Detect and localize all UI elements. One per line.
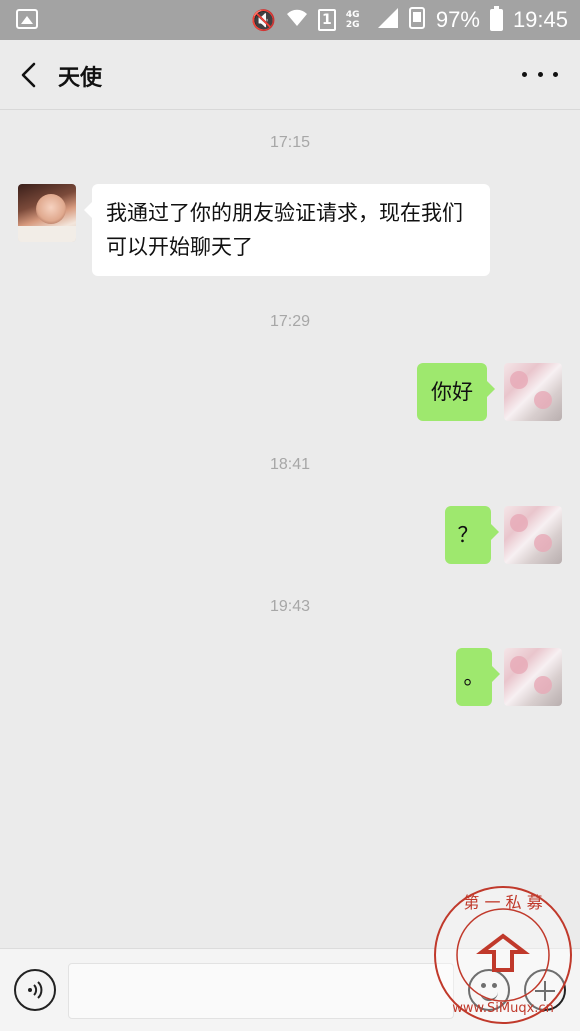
wifi-icon <box>286 8 308 33</box>
message-input[interactable] <box>68 963 454 1019</box>
incoming-message[interactable]: 我通过了你的朋友验证请求，现在我们可以开始聊天了 <box>84 184 490 276</box>
vibrate-icon <box>408 6 426 34</box>
my-avatar[interactable] <box>504 506 562 564</box>
more-dot <box>522 71 527 77</box>
plus-button[interactable] <box>524 969 566 1011</box>
chevron-left-icon <box>21 62 36 88</box>
timestamp: 17:15 <box>269 134 311 151</box>
battery-icon <box>489 6 503 31</box>
message-text: 你好 <box>431 380 473 404</box>
more-button[interactable] <box>522 62 558 86</box>
chat-area[interactable]: 17:15 我通过了你的朋友验证请求，现在我们可以开始聊天了 17:29 你好 … <box>0 110 580 948</box>
emoji-button[interactable] <box>468 969 510 1011</box>
image-icon <box>16 9 38 29</box>
network-type: 4G 2G <box>345 10 360 30</box>
timestamp: 18:41 <box>269 456 311 473</box>
battery-percent: 97% <box>435 7 480 32</box>
message-text: ？ <box>457 523 479 547</box>
voice-icon <box>28 981 43 999</box>
timestamp: 17:29 <box>269 313 311 330</box>
chat-header: 天使 <box>0 40 580 110</box>
more-dot <box>537 71 543 77</box>
signal-icon <box>377 7 398 33</box>
outgoing-message[interactable]: 你好 <box>417 363 495 421</box>
chat-title: 天使 <box>58 66 103 91</box>
my-avatar[interactable] <box>504 363 562 421</box>
back-button[interactable] <box>14 58 44 92</box>
contact-avatar[interactable] <box>18 184 76 242</box>
voice-button[interactable] <box>14 969 56 1011</box>
timestamp: 19:43 <box>269 598 311 615</box>
message-text: 我通过了你的朋友验证请求，现在我们可以开始聊天了 <box>106 201 463 259</box>
sim-icon: 1 <box>317 9 336 31</box>
emoji-icon <box>481 983 486 988</box>
status-bar: 🔇 1 4G 2G 97% 19:45 <box>0 0 580 40</box>
outgoing-message[interactable]: ？ <box>445 506 499 564</box>
more-dot <box>553 71 558 77</box>
message-text: 。 <box>463 665 485 689</box>
status-time: 19:45 <box>512 7 568 32</box>
mute-icon: 🔇 <box>250 8 276 32</box>
my-avatar[interactable] <box>504 648 562 706</box>
outgoing-message[interactable]: 。 <box>456 648 500 706</box>
input-bar <box>0 948 580 1031</box>
